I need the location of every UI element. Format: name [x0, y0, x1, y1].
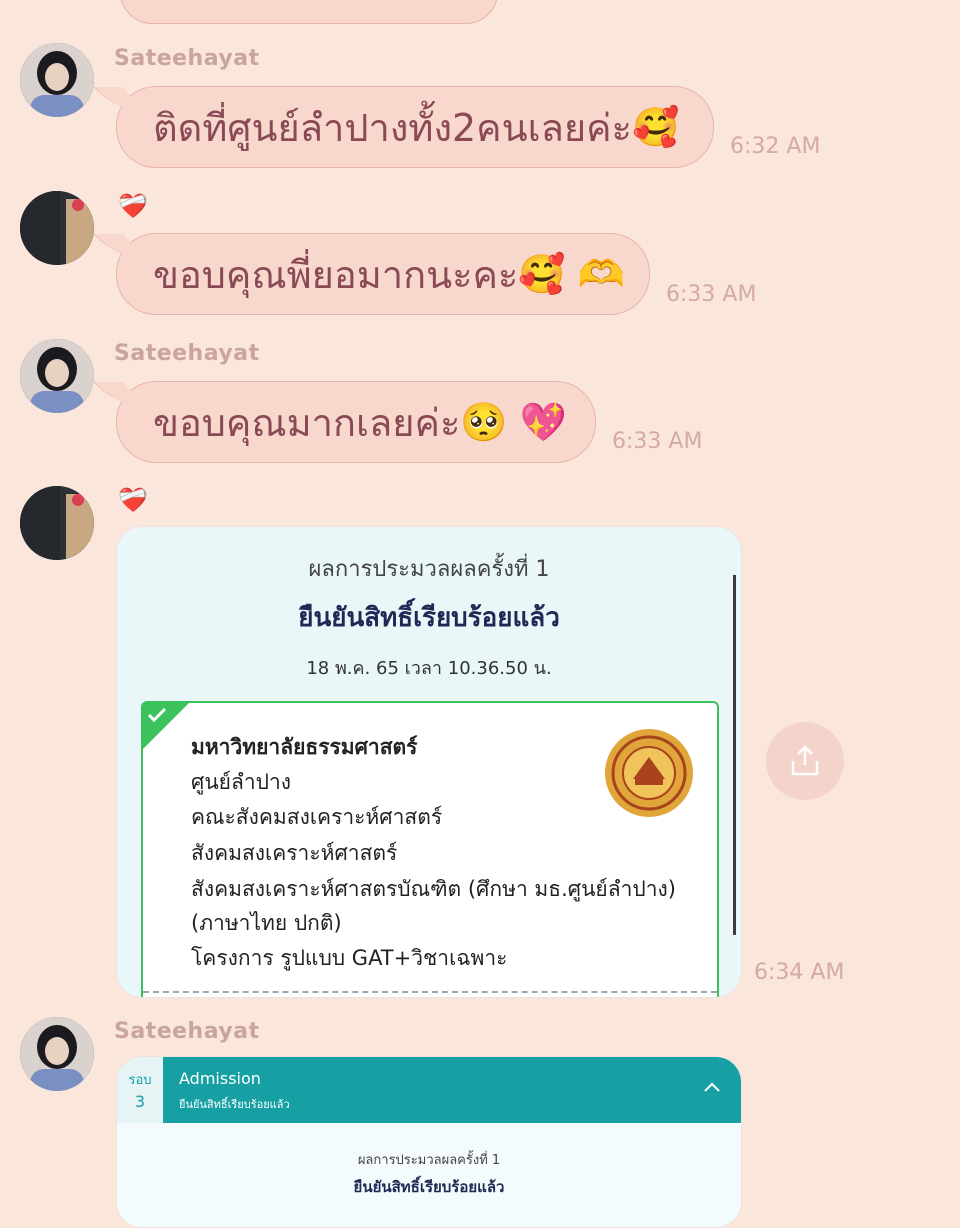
avatar[interactable] — [20, 486, 94, 560]
pleading-heart-emoji-icon: 🥺 💖 — [460, 399, 568, 444]
image-message-result[interactable]: ผลการประมวลผลครั้งที่ 1 ยืนยันสิทธิ์เรีย… — [116, 526, 742, 998]
result-line: คณะสังคมสงเคราะห์ศาสตร์ — [191, 805, 443, 829]
round-number: 3 — [134, 1092, 146, 1111]
admission-title: Admission — [179, 1069, 261, 1088]
result-heading: ผลการประมวลผลครั้งที่ 1 — [308, 557, 550, 582]
share-button[interactable] — [766, 722, 844, 800]
avatar[interactable] — [20, 1017, 94, 1091]
admission-header[interactable]: Admission ยืนยันสิทธิ์เรียบร้อยแล้ว — [163, 1057, 741, 1123]
avatar[interactable] — [20, 191, 94, 265]
message-text: ติดที่ศูนย์ลำปางทั้ง2คนเลยค่ะ — [153, 105, 632, 150]
image-message-admission[interactable]: รอบ 3 Admission ยืนยันสิทธิ์เรียบร้อยแล้… — [116, 1056, 742, 1228]
university-seal-icon — [603, 727, 695, 819]
partial-bubble-top — [120, 0, 498, 24]
share-icon — [791, 745, 819, 776]
message-timestamp: 6:32 AM — [730, 134, 821, 159]
avatar[interactable] — [20, 43, 94, 117]
message-bubble[interactable]: ติดที่ศูนย์ลำปางทั้ง2คนเลยค่ะ 🥰 — [116, 86, 714, 168]
round-label: รอบ — [128, 1073, 152, 1088]
sender-name: Sateehayat — [114, 341, 260, 366]
result-line: โครงการ รูปแบบ GAT+วิชาเฉพาะ — [191, 946, 508, 970]
result-line: ศูนย์ลำปาง — [191, 770, 292, 794]
result-line: สังคมสงเคราะห์ศาสตร์ — [191, 841, 398, 865]
anatomical-heart-icon: ❤️‍🩹 — [118, 192, 148, 220]
chevron-up-icon[interactable] — [703, 1081, 721, 1093]
message-timestamp: 6:33 AM — [612, 429, 703, 454]
result-line: สังคมสงเคราะห์ศาสตรบัณฑิต (ศึกษา มธ.ศูนย… — [191, 877, 676, 901]
message-bubble[interactable]: ขอบคุณมากเลยค่ะ 🥺 💖 — [116, 381, 596, 463]
message-text: ขอบคุณมากเลยค่ะ — [153, 400, 461, 445]
sender-name: Sateehayat — [114, 1019, 260, 1044]
result-heading: ผลการประมวลผลครั้งที่ 1 — [357, 1153, 501, 1168]
sender-name: Sateehayat — [114, 46, 260, 71]
round-badge: รอบ 3 — [117, 1057, 163, 1123]
result-status: ยืนยันสิทธิ์เรียบร้อยแล้ว — [298, 603, 560, 633]
admission-subtitle: ยืนยันสิทธิ์เรียบร้อยแล้ว — [179, 1098, 290, 1111]
message-bubble[interactable]: ขอบคุณพี่ยอมากนะคะ 🥰 🫶 — [116, 233, 650, 315]
avatar[interactable] — [20, 339, 94, 413]
result-datetime: 18 พ.ค. 65 เวลา 10.36.50 น. — [306, 658, 552, 679]
smiling-hearts-hands-emoji-icon: 🥰 🫶 — [518, 251, 626, 296]
result-line: (ภาษาไทย ปกติ) — [191, 911, 342, 935]
university-name: มหาวิทยาลัยธรรมศาสตร์ — [191, 735, 418, 759]
anatomical-heart-icon: ❤️‍🩹 — [118, 486, 148, 514]
dashed-divider — [143, 991, 717, 993]
result-status: ยืนยันสิทธิ์เรียบร้อยแล้ว — [353, 1178, 505, 1196]
result-box: มหาวิทยาลัยธรรมศาสตร์ ศูนย์ลำปาง คณะสังค… — [141, 701, 719, 997]
message-text: ขอบคุณพี่ยอมากนะคะ — [153, 252, 519, 297]
message-timestamp: 6:33 AM — [666, 282, 757, 307]
message-timestamp: 6:34 AM — [754, 960, 845, 985]
smiling-hearts-emoji-icon: 🥰 — [631, 104, 680, 149]
scrollbar[interactable] — [733, 575, 736, 935]
